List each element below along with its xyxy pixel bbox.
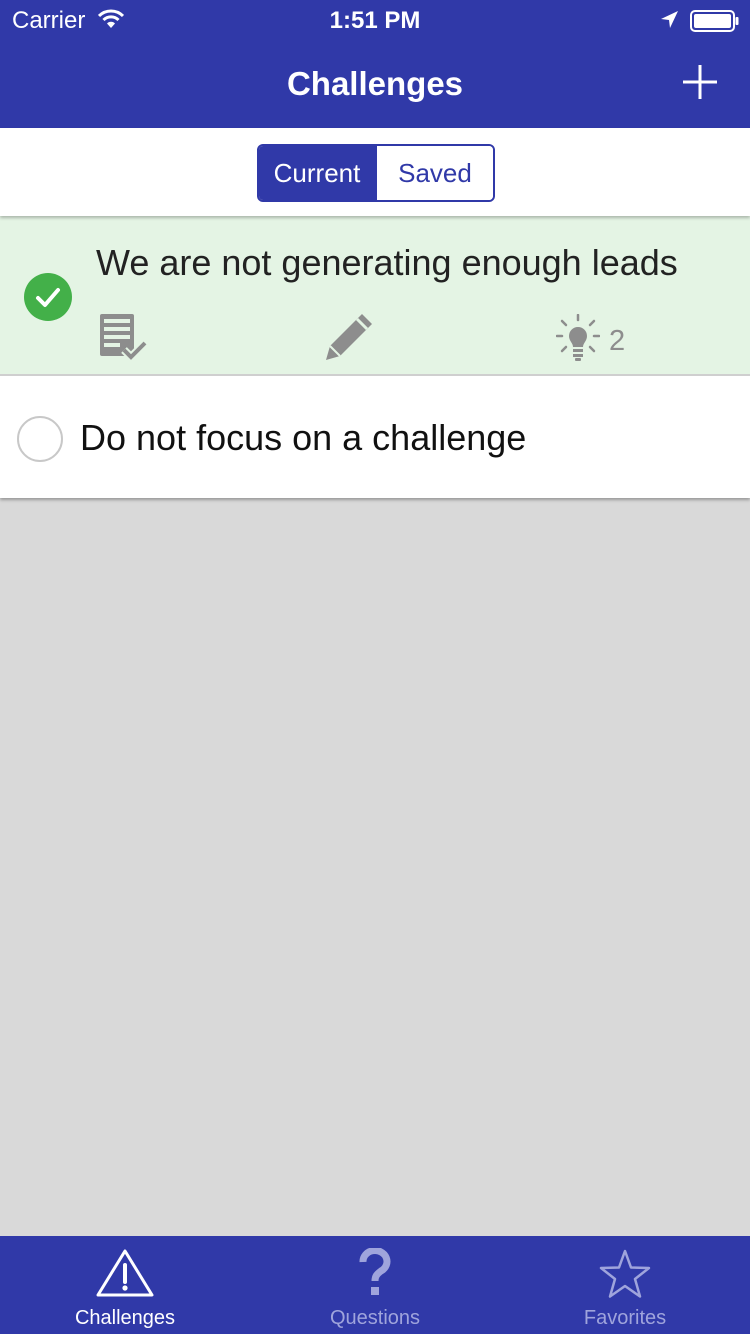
challenge-title: We are not generating enough leads xyxy=(96,242,678,283)
navigation-bar: Challenges xyxy=(0,40,750,128)
battery-icon xyxy=(690,10,740,37)
challenge-title: Do not focus on a challenge xyxy=(80,417,527,458)
segment-saved[interactable]: Saved xyxy=(375,146,493,200)
tab-bar: Challenges Questions Favorites xyxy=(0,1236,750,1334)
clock-time: 1:51 PM xyxy=(329,7,421,34)
empty-radio-icon[interactable] xyxy=(17,416,63,462)
status-bar: Carrier 1:51 PM xyxy=(0,0,750,40)
challenge-row[interactable]: Do not focus on a challenge xyxy=(0,378,750,498)
ideas-count: 2 xyxy=(609,325,626,357)
question-mark-icon xyxy=(355,1246,395,1303)
segment-current[interactable]: Current xyxy=(259,146,375,200)
tab-questions[interactable]: Questions xyxy=(250,1236,500,1334)
challenge-row-selected[interactable]: We are not generating enough leads 2 xyxy=(0,216,750,376)
location-arrow-icon xyxy=(660,10,680,35)
tab-label: Questions xyxy=(329,1307,421,1329)
page-title: Challenges xyxy=(286,65,464,102)
checkmark-circle-icon[interactable] xyxy=(24,273,72,321)
tab-label: Challenges xyxy=(74,1307,176,1329)
warning-triangle-icon xyxy=(95,1248,155,1303)
pencil-icon[interactable] xyxy=(324,310,376,367)
tab-favorites[interactable]: Favorites xyxy=(500,1236,750,1334)
segmented-control: Current Saved xyxy=(257,144,495,202)
tab-challenges[interactable]: Challenges xyxy=(0,1236,250,1334)
challenge-list: We are not generating enough leads 2 Do … xyxy=(0,216,750,498)
tab-label: Favorites xyxy=(583,1307,667,1329)
star-icon xyxy=(598,1248,652,1305)
notes-check-icon[interactable] xyxy=(98,312,148,367)
plus-icon[interactable] xyxy=(680,62,720,102)
segment-bar: Current Saved xyxy=(0,128,750,216)
lightbulb-icon[interactable] xyxy=(555,313,601,367)
